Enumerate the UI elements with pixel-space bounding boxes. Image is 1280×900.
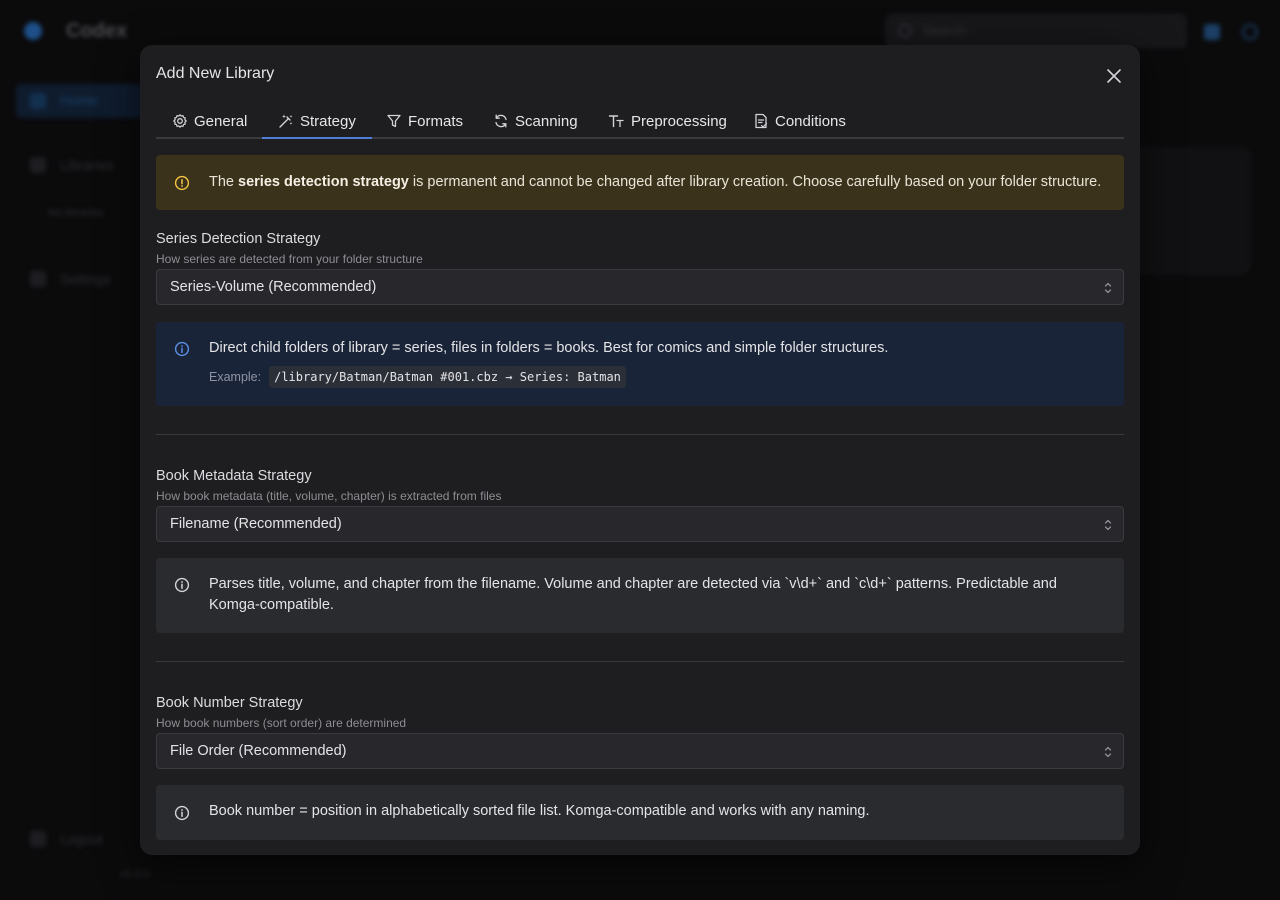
chevron-up-down-icon: [1104, 519, 1112, 531]
settings-icon: [30, 271, 46, 287]
series-strategy-info: Direct child folders of library = series…: [156, 322, 1124, 406]
book-number-info-text: Book number = position in alphabetically…: [209, 803, 870, 819]
tab-label: General: [194, 112, 248, 130]
tab-preprocessing[interactable]: Preprocessing: [608, 105, 727, 137]
select-value: Filename (Recommended): [170, 516, 342, 532]
user-icon: [1242, 24, 1258, 40]
book-metadata-label: Book Metadata Strategy: [156, 468, 312, 484]
book-number-info: Book number = position in alphabetically…: [156, 785, 1124, 840]
sidebar-item-label: Logout: [60, 831, 103, 847]
divider: [156, 434, 1124, 435]
wand-icon: [279, 114, 293, 128]
divider: [156, 661, 1124, 662]
series-strategy-label: Series Detection Strategy: [156, 231, 321, 247]
series-example: Example: /library/Batman/Batman #001.cbz…: [209, 366, 626, 388]
series-strategy-select[interactable]: Series-Volume (Recommended): [156, 269, 1124, 305]
book-metadata-info-text: Parses title, volume, and chapter from t…: [209, 576, 1057, 613]
sidebar-item-label: Settings: [60, 271, 111, 287]
search-icon: [898, 24, 912, 38]
chevron-up-down-icon: [1104, 746, 1112, 758]
close-icon: [1107, 69, 1121, 83]
refresh-icon: [495, 114, 507, 128]
example-code: /library/Batman/Batman #001.cbz → Series…: [269, 366, 626, 388]
search-placeholder: Search: [922, 22, 967, 38]
tab-label: Strategy: [300, 112, 356, 130]
warning-message: The series detection strategy is permane…: [209, 174, 1102, 190]
gear-icon: [173, 114, 187, 128]
sidebar-item-label: No libraries: [48, 207, 104, 219]
tab-conditions[interactable]: Conditions: [753, 105, 846, 137]
app-version: v1.0.0: [120, 868, 150, 880]
book-number-label: Book Number Strategy: [156, 695, 303, 711]
logout-icon: [30, 831, 46, 847]
warning-icon: [174, 175, 190, 191]
select-value: File Order (Recommended): [170, 743, 347, 759]
tab-label: Scanning: [515, 112, 578, 130]
book-metadata-description: How book metadata (title, volume, chapte…: [156, 489, 502, 503]
warning-bold-text: series detection strategy: [238, 174, 409, 190]
info-icon: [174, 805, 190, 821]
tab-label: Preprocessing: [631, 112, 727, 130]
tab-scanning[interactable]: Scanning: [493, 105, 578, 137]
info-icon: [174, 341, 190, 357]
tab-formats[interactable]: Formats: [386, 105, 463, 137]
chevron-up-down-icon: [1104, 282, 1112, 294]
example-label: Example:: [209, 370, 262, 384]
sidebar-item-label: Home: [60, 92, 98, 108]
tab-bar: General Strategy Formats Scanning Prepro…: [156, 105, 1124, 139]
filter-icon: [387, 114, 401, 128]
series-info-text: Direct child folders of library = series…: [209, 340, 889, 356]
tab-label: Conditions: [775, 112, 846, 130]
app-logo-icon: [24, 22, 42, 40]
theme-icon: [1204, 24, 1220, 40]
tab-label: Formats: [408, 112, 464, 130]
tab-general[interactable]: General: [172, 105, 247, 137]
book-metadata-info: Parses title, volume, and chapter from t…: [156, 558, 1124, 633]
sidebar-item-label: Libraries: [60, 157, 114, 173]
info-icon: [174, 577, 190, 593]
modal-title: Add New Library: [156, 65, 275, 82]
library-icon: [30, 157, 46, 173]
warning-alert: The series detection strategy is permane…: [156, 155, 1124, 210]
tab-strategy[interactable]: Strategy: [262, 105, 372, 139]
home-icon: [30, 93, 46, 109]
close-button[interactable]: [1103, 65, 1125, 87]
app-brand: Codex: [66, 20, 128, 42]
series-strategy-description: How series are detected from your folder…: [156, 252, 423, 266]
book-number-description: How book numbers (sort order) are determ…: [156, 716, 407, 730]
file-check-icon: [755, 113, 768, 129]
add-library-modal: Add New Library General Strategy Formats…: [140, 45, 1140, 855]
text-size-icon: [608, 115, 624, 128]
select-value: Series-Volume (Recommended): [170, 279, 377, 295]
book-metadata-select[interactable]: Filename (Recommended): [156, 506, 1124, 542]
book-number-select[interactable]: File Order (Recommended): [156, 733, 1124, 769]
